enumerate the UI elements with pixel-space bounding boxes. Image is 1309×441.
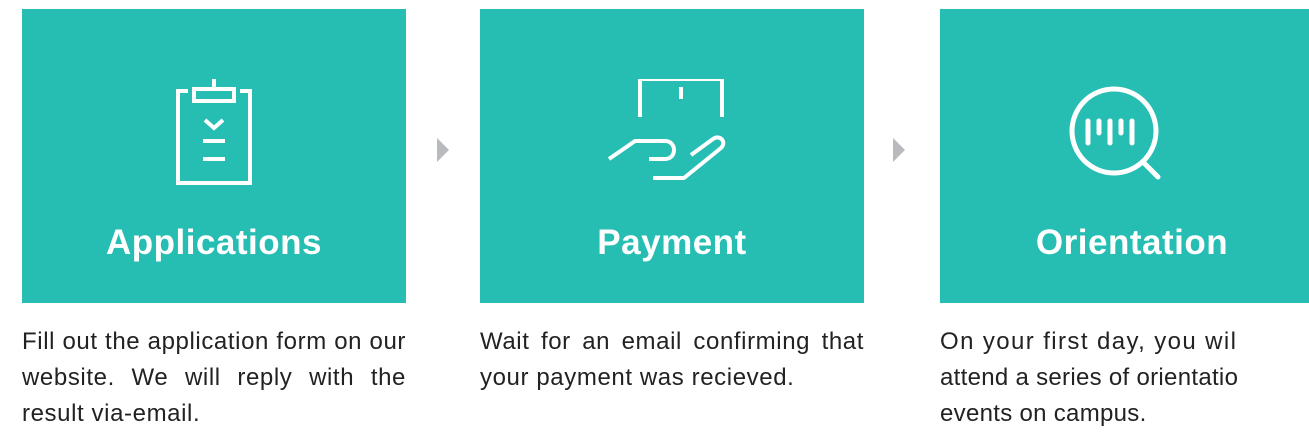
clipboard-check-icon bbox=[22, 79, 406, 195]
applications-card[interactable]: Applications bbox=[22, 9, 406, 303]
payment-card[interactable]: Payment bbox=[480, 9, 864, 303]
applications-description: Fill out the application form on our web… bbox=[22, 328, 406, 427]
orientation-title: Orientation bbox=[1035, 223, 1229, 262]
payment-title: Payment bbox=[597, 223, 747, 262]
orientation-description: On your first day, you wil attend a seri… bbox=[940, 324, 1309, 432]
step-payment: Payment Wait for an email confirming tha… bbox=[480, 9, 864, 396]
orientation-description-line: events on campus. bbox=[940, 400, 1147, 427]
applications-title: Applications bbox=[105, 223, 323, 262]
step-applications: Applications Fill out the application fo… bbox=[22, 9, 406, 432]
magnifier-chart-icon bbox=[940, 79, 1309, 199]
step-orientation: Orientation On your first day, you wil a… bbox=[940, 9, 1309, 432]
orientation-card[interactable]: Orientation bbox=[940, 9, 1309, 303]
hand-holding-box-icon bbox=[480, 79, 864, 189]
chevron-right-icon bbox=[437, 138, 449, 162]
orientation-description-line: attend a series of orientatio bbox=[940, 364, 1239, 391]
chevron-right-icon bbox=[893, 138, 905, 162]
payment-description: Wait for an email confirming that your p… bbox=[480, 328, 864, 391]
orientation-description-line: On your first day, you wil bbox=[940, 328, 1238, 355]
